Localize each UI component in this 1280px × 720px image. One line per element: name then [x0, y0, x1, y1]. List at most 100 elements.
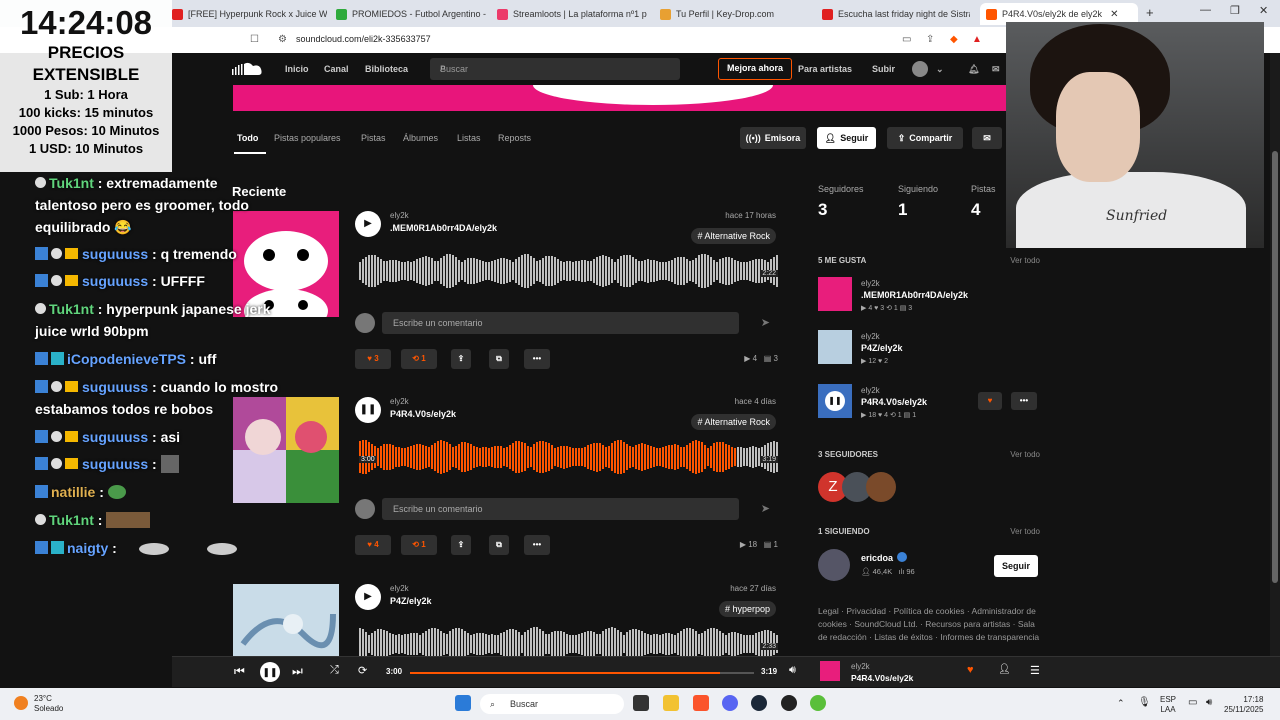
track-title[interactable]: .MEM0R1Ab0rr4DA/ely2k — [390, 223, 497, 233]
browser-tab[interactable]: PROMIEDOS - Futbol Argentino - Fi… — [336, 3, 486, 25]
tracks-label[interactable]: Pistas — [971, 184, 996, 194]
language-indicator[interactable]: ESP LAA — [1160, 695, 1176, 715]
waveform[interactable]: 2:33 — [359, 624, 778, 656]
footer-links[interactable]: Legal · Privacidad · Política de cookies… — [818, 605, 1040, 644]
view-all-link[interactable]: Ver todo — [1010, 450, 1040, 459]
track-title[interactable]: P4Z/ely2k — [390, 596, 432, 606]
waveform[interactable]: 2:22 — [359, 251, 778, 291]
track-artwork[interactable] — [233, 584, 339, 656]
for-artists-link[interactable]: Para artistas — [798, 64, 852, 74]
share-button[interactable]: ⇪ — [451, 349, 471, 369]
taskbar-search[interactable]: ⌕ Buscar — [480, 694, 624, 714]
now-playing-title[interactable]: P4R4.V0s/ely2k — [851, 673, 913, 683]
station-button[interactable]: ((•)) Emisora — [740, 127, 806, 149]
like-icon[interactable]: ♥ — [967, 664, 974, 676]
genre-tag[interactable]: # hyperpop — [718, 601, 776, 617]
next-icon[interactable]: ⏭ — [292, 664, 303, 679]
following-header[interactable]: 1 SIGUIENDO — [818, 527, 870, 536]
upgrade-button[interactable]: Mejora ahora — [718, 58, 792, 80]
upload-link[interactable]: Subir — [872, 64, 895, 74]
discord-icon[interactable] — [722, 695, 738, 711]
browser-tab[interactable]: Escucha last friday night de Sistrack… — [822, 3, 970, 25]
follow-button[interactable]: 👤︎ Seguir — [817, 127, 876, 149]
play-button[interactable]: ▶ — [355, 584, 381, 610]
followers-header[interactable]: 3 SEGUIDORES — [818, 450, 878, 459]
volume-icon[interactable]: 🔊︎ — [1206, 697, 1212, 708]
install-icon[interactable]: ▭ — [902, 34, 911, 45]
weather-widget[interactable]: 23°C Soleado — [34, 694, 63, 714]
track-user[interactable]: ely2k — [390, 397, 409, 406]
waveform[interactable]: 3:00 3:19 — [359, 437, 778, 477]
tab-albums[interactable]: Álbumes — [403, 133, 438, 143]
follow-button[interactable]: Seguir — [994, 555, 1038, 577]
bell-icon[interactable]: 🔔︎ — [968, 64, 979, 75]
tab-tracks[interactable]: Pistas — [361, 133, 386, 143]
nav-home[interactable]: Inicio — [285, 64, 309, 74]
send-icon[interactable]: ➤ — [761, 316, 770, 329]
like-button[interactable]: ♥ 3 — [355, 349, 391, 369]
task-view-icon[interactable] — [633, 695, 649, 711]
maximize-icon[interactable]: ❐ — [1230, 4, 1240, 17]
queue-icon[interactable]: ☰ — [1030, 664, 1040, 677]
shuffle-icon[interactable]: ⤮ — [330, 664, 339, 677]
browser-tab[interactable]: [FREE] Hyperpunk Rock x Juice WR… — [172, 3, 327, 25]
progress-bar[interactable] — [410, 672, 754, 674]
url-text[interactable]: soundcloud.com/eli2k-335633757 — [296, 34, 431, 44]
search-input[interactable]: Buscar ⌕ — [430, 58, 680, 80]
new-tab-icon[interactable]: + — [1146, 5, 1154, 20]
more-button[interactable]: ••• — [524, 535, 550, 555]
view-all-link[interactable]: Ver todo — [1010, 527, 1040, 536]
soundcloud-logo-icon[interactable] — [232, 61, 264, 77]
following-label[interactable]: Siguiendo — [898, 184, 938, 194]
scrollbar[interactable] — [1270, 53, 1280, 656]
play-button[interactable]: ▶ — [355, 211, 381, 237]
message-button[interactable]: ✉ — [972, 127, 1002, 149]
bookmark-icon[interactable]: ☐ — [250, 34, 259, 45]
track-user[interactable]: ely2k — [390, 584, 409, 593]
genre-tag[interactable]: # Alternative Rock — [691, 228, 776, 244]
rewards-icon[interactable]: ▲ — [972, 34, 982, 45]
minimize-icon[interactable]: — — [1200, 4, 1211, 16]
pause-button[interactable]: ❚❚ — [355, 397, 381, 423]
tracks-count[interactable]: 4 — [971, 200, 980, 220]
liked-track[interactable]: ely2k P4Z/ely2k ▶ 12 ♥ 2 — [818, 330, 1040, 370]
more-button[interactable]: ••• — [524, 349, 550, 369]
comment-input[interactable]: Escribe un comentario — [382, 498, 739, 520]
browser-tab[interactable]: Streamloots | La plataforma nº1 para… — [497, 3, 647, 25]
copy-link-button[interactable]: ⧉ — [489, 349, 509, 369]
followers-label[interactable]: Seguidores — [818, 184, 864, 194]
close-tab-icon[interactable]: ✕ — [1110, 9, 1118, 20]
close-window-icon[interactable]: ✕ — [1259, 4, 1268, 17]
likes-header[interactable]: 5 ME GUSTA — [818, 256, 866, 265]
steam-icon[interactable] — [751, 695, 767, 711]
follow-icon[interactable]: 👤︎ — [998, 664, 1011, 675]
windows-start-icon[interactable] — [455, 695, 471, 711]
copy-link-button[interactable]: ⧉ — [489, 535, 509, 555]
nav-library[interactable]: Biblioteca — [365, 64, 408, 74]
share-button[interactable]: ⇪ — [451, 535, 471, 555]
app-icon[interactable] — [810, 695, 826, 711]
search-icon[interactable]: ⌕ — [440, 62, 672, 75]
genre-tag[interactable]: # Alternative Rock — [691, 414, 776, 430]
track-user[interactable]: ely2k — [390, 211, 409, 220]
chevron-up-icon[interactable]: ⌃ — [1117, 698, 1125, 709]
chevron-down-icon[interactable]: ⌄ — [936, 64, 944, 75]
tab-all[interactable]: Todo — [237, 133, 258, 143]
avatar[interactable] — [866, 472, 896, 502]
now-playing-artwork[interactable] — [820, 661, 840, 681]
user-name[interactable]: ericdoa — [861, 553, 893, 563]
scrollbar-thumb[interactable] — [1272, 151, 1278, 583]
brave-shield-icon[interactable]: ◆ — [950, 34, 958, 45]
pause-button[interactable]: ❚❚ — [260, 662, 280, 682]
tab-playlists[interactable]: Listas — [457, 133, 481, 143]
browser-tab[interactable]: Tu Perfil | Key-Drop.com — [660, 3, 810, 25]
share-icon[interactable]: ⇪ — [926, 34, 934, 45]
brave-icon[interactable] — [693, 695, 709, 711]
nav-feed[interactable]: Canal — [324, 64, 349, 74]
followers-count[interactable]: 3 — [818, 200, 827, 220]
previous-icon[interactable]: ⏮ — [234, 664, 245, 679]
tab-popular[interactable]: Pistas populares — [274, 133, 341, 143]
site-info-icon[interactable]: ⚙ — [278, 34, 287, 45]
liked-track[interactable]: ely2k .MEM0R1Ab0rr4DA/ely2k ▶ 4 ♥ 3 ⟲ 1 … — [818, 277, 1040, 317]
following-count[interactable]: 1 — [898, 200, 907, 220]
